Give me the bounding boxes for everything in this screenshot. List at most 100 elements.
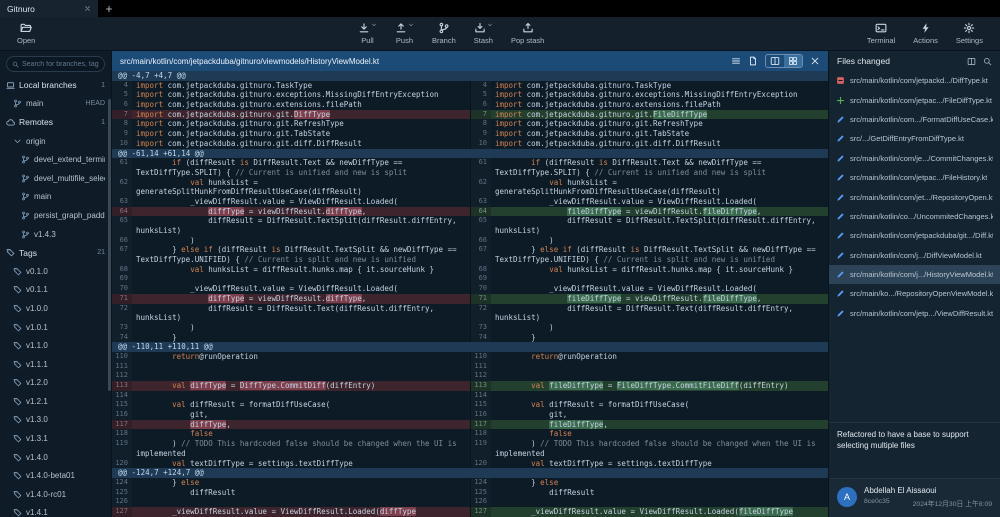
modified-file-icon [836,134,845,143]
file-row[interactable]: src/main/kotlin/com/j.../HistoryViewMode… [829,265,1000,284]
stash-button[interactable]: Stash [465,17,502,50]
sidebar-item-main[interactable]: main [0,188,111,207]
hunk-header: @@ -110,11 +110,11 @@ [112,342,828,352]
pop-stash-button[interactable]: Pop stash [502,17,553,50]
sidebar-item-v1-1-1[interactable]: v1.1.1 [0,355,111,374]
open-button[interactable]: Open [8,17,44,50]
sidebar-item-v1-3-1[interactable]: v1.3.1 [0,429,111,448]
code-text: if (diffResult is DiffResult.Text && new… [491,158,828,168]
sidebar-item-v1-4-1[interactable]: v1.4.1 [0,504,111,517]
sidebar-section-tags[interactable]: Tags21 [0,243,111,262]
lightning-icon [920,22,932,34]
push-button[interactable]: Push [386,17,423,50]
diff-line-row: 120 val textDiffType = settings.textDiff… [112,459,828,469]
file-row[interactable]: src/main/kotlin/com/jetpackduba/git.../D… [829,226,1000,245]
files-changed-title: Files changed [837,56,960,66]
new-tab-button[interactable] [98,0,120,17]
code-text: ) [132,323,470,333]
line-number: 127 [471,507,491,517]
sidebar-item-origin[interactable]: origin [0,132,111,151]
code-text: val hunksList = [491,178,828,188]
sidebar-item-v1-4-3[interactable]: v1.4.3 [0,225,111,244]
line-number: 125 [471,488,491,498]
sidebar-item-v1-1-0[interactable]: v1.1.0 [0,336,111,355]
file-path: src/main/kotlin/com/jetpackd.../DiffType… [850,76,988,85]
branch-icon [21,192,30,201]
file-row[interactable]: src/main/kotlin/co.../UncommitedChanges.… [829,207,1000,226]
file-row[interactable]: src/main/kotlin/com/jetpac.../FileHistor… [829,168,1000,187]
diff-line-row: 117 diffType,117 fileDiffType, [112,420,828,430]
close-diff-icon[interactable] [810,56,820,66]
sidebar-item-v1-0-1[interactable]: v1.0.1 [0,318,111,337]
sidebar-item-v1-2-0[interactable]: v1.2.0 [0,374,111,393]
modified-file-icon [836,270,845,279]
sidebar-item-devel-extend-termina[interactable]: devel_extend_termina [0,150,111,169]
sidebar-item-v0-1-0[interactable]: v0.1.0 [0,262,111,281]
sidebar-item-v1-3-0[interactable]: v1.3.0 [0,411,111,430]
file-row[interactable]: src/main/kotlin/com/jetpac.../FileDiffTy… [829,90,1000,109]
document-view-icon[interactable] [748,56,758,66]
diff-line-row: 7import com.jetpackduba.gitnuro.git.Diff… [112,110,828,120]
file-search-icon[interactable] [983,57,992,66]
sidebar-item-label: v1.0.0 [26,304,48,313]
sidebar-section-remotes[interactable]: Remotes1 [0,113,111,132]
file-row[interactable]: src/.../GetDiffEntryFromDiffType.kt [829,129,1000,148]
sidebar-item-devel-multifile-select[interactable]: devel_multifile_select [0,169,111,188]
file-row[interactable]: src/main/ko.../RepositoryOpenViewModel.k… [829,284,1000,303]
diff-line-row: 111111 [112,362,828,372]
branch-icon [21,230,30,239]
sidebar-section-local-branches[interactable]: Local branches1 [0,76,111,95]
branch-search[interactable] [6,56,105,72]
file-row[interactable]: src/main/kotlin/com/jet.../RepositoryOpe… [829,187,1000,206]
search-input[interactable] [22,61,99,68]
file-row[interactable]: src/main/kotlin/com/je.../CommitChanges.… [829,149,1000,168]
close-tab-icon[interactable] [84,5,91,12]
settings-button[interactable]: Settings [947,17,992,50]
code-text: implemented [132,449,470,459]
code-text: generateSplitHunkFromDiffResultUseCase(d… [491,187,828,197]
code-text: hunksList) [132,226,470,236]
line-number: 10 [471,139,491,149]
sidebar-item-v1-0-0[interactable]: v1.0.0 [0,299,111,318]
unified-view-icon[interactable] [731,56,741,66]
split-view-icon[interactable] [967,57,976,66]
tag-icon [13,341,22,350]
code-text: hunksList) [491,313,828,323]
line-number: 63 [112,197,132,207]
tab-gitnuro[interactable]: Gitnuro [0,0,98,17]
branch-button[interactable]: Branch [423,17,465,50]
pull-button[interactable]: Pull [349,17,386,50]
sidebar-item-v1-2-1[interactable]: v1.2.1 [0,392,111,411]
line-number: 5 [112,90,132,100]
sidebar-item-v1-4-0-beta01[interactable]: v1.4.0-beta01 [0,466,111,485]
code-text: val hunksList = diffResult.hunks.map { i… [491,265,828,275]
diff-line-row: 119 ) // TODO This hardcoded false shoul… [112,439,828,449]
grid-view-icon[interactable] [784,55,802,67]
file-row[interactable]: src/main/kotlin/com/jetpackd.../DiffType… [829,71,1000,90]
sidebar-item-persist-graph-paddin[interactable]: persist_graph_paddin [0,206,111,225]
file-row[interactable]: src/main/kotlin/com/jetp.../ViewDiffResu… [829,304,1000,323]
diff-line-row: hunksList)hunksList) [112,226,828,236]
files-list: src/main/kotlin/com/jetpackd.../DiffType… [829,71,1000,323]
tag-icon [13,415,22,424]
sidebar-item-v1-4-0-rc01[interactable]: v1.4.0-rc01 [0,485,111,504]
sidebar-scrollbar[interactable] [108,99,111,391]
pull-icon [358,22,370,34]
file-row[interactable]: src/main/kotlin/com.../FormatDiffUseCase… [829,110,1000,129]
line-number: 118 [112,429,132,439]
sidebar-item-v0-1-1[interactable]: v0.1.1 [0,281,111,300]
sidebar-item-v1-4-0[interactable]: v1.4.0 [0,448,111,467]
sidebar-item-main[interactable]: mainHEAD [0,95,111,114]
line-number: 8 [112,119,132,129]
actions-button[interactable]: Actions [904,17,947,50]
file-row[interactable]: src/main/kotlin/com/j.../DiffViewModel.k… [829,246,1000,265]
line-number: 74 [471,333,491,343]
terminal-button[interactable]: Terminal [858,17,904,50]
diff-line-row: TextDiffType.SPLIT) { // Current is unif… [112,168,828,178]
columns-view-icon[interactable] [766,55,784,67]
diff-line-row: 8import com.jetpackduba.gitnuro.git.Refr… [112,119,828,129]
author-name: Abdellah El Aissaoui [864,486,992,495]
diff-line-row: TextDiffType.UNIFIED) { // Current is sp… [112,255,828,265]
code-text: git, [491,410,828,420]
line-number [471,226,491,236]
